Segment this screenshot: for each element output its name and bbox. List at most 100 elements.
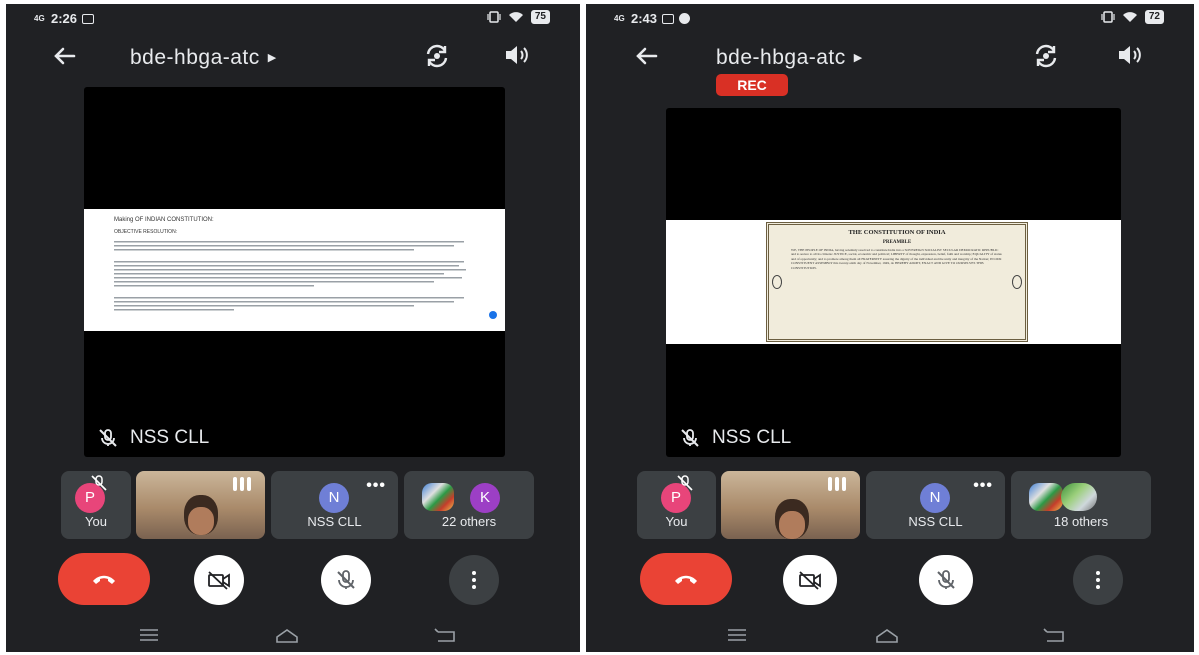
participant-label: You	[665, 514, 688, 529]
message-icon	[662, 13, 675, 24]
recording-badge: REC	[716, 74, 788, 96]
switch-camera-icon[interactable]	[1032, 42, 1060, 70]
participant-label: 18 others	[1053, 514, 1109, 529]
battery-level: 72	[1144, 10, 1164, 24]
preamble-page: THE CONSTITUTION OF INDIA PREAMBLE WE, T…	[766, 222, 1028, 342]
camera-toggle-button[interactable]	[783, 555, 837, 605]
recents-icon[interactable]	[138, 628, 160, 642]
participant-collage-image	[422, 483, 454, 511]
home-icon[interactable]	[874, 628, 900, 644]
switch-camera-icon[interactable]	[423, 42, 451, 70]
meeting-title[interactable]: bde-hbga-atc ▶	[130, 46, 277, 70]
participant-tile-video[interactable]	[721, 471, 860, 539]
participant-tile-video[interactable]	[136, 471, 265, 539]
end-call-icon	[93, 575, 115, 584]
participant-tile-you[interactable]: P You	[637, 471, 716, 539]
mic-toggle-button[interactable]	[321, 555, 371, 605]
status-bar: 4G 2:26 75	[6, 4, 580, 32]
participant-label: NSS CLL	[307, 514, 362, 529]
participant-tile-you[interactable]: P You	[61, 471, 131, 539]
wifi-icon	[508, 12, 523, 22]
bars-icon	[233, 477, 251, 491]
back-nav-icon[interactable]	[1043, 628, 1067, 644]
system-nav-bar	[586, 624, 1194, 652]
camera-toggle-button[interactable]	[194, 555, 244, 605]
call-controls	[586, 553, 1194, 613]
home-icon[interactable]	[274, 628, 300, 644]
status-time: 2:26	[51, 11, 78, 26]
back-arrow-icon[interactable]	[50, 42, 78, 70]
participant-collage-image	[1061, 483, 1097, 511]
avatar: N	[920, 483, 950, 513]
presentation-tile[interactable]: Making OF INDIAN CONSTITUTION: OBJECTIVE…	[84, 87, 505, 457]
more-vert-icon	[1096, 571, 1100, 589]
camera-off-icon	[208, 571, 230, 590]
participant-video-skin	[188, 507, 214, 535]
participant-tile-others[interactable]: K 22 others	[404, 471, 534, 539]
battery-level: 75	[530, 10, 550, 24]
ornament-right-icon	[1012, 275, 1022, 289]
more-dots-icon: •••	[366, 477, 386, 494]
presentation-tile[interactable]: THE CONSTITUTION OF INDIA PREAMBLE WE, T…	[666, 108, 1121, 457]
status-bar: 4G 2:43 72	[586, 4, 1194, 32]
vibrate-icon	[487, 11, 501, 23]
speaker-icon[interactable]	[1116, 42, 1142, 68]
presenter-label: NSS CLL	[98, 427, 209, 449]
more-options-button[interactable]	[1073, 555, 1123, 605]
network-type: 4G	[34, 14, 45, 23]
more-dots-icon: •••	[973, 477, 993, 494]
document-subheading: OBJECTIVE RESOLUTION:	[114, 229, 178, 235]
document-badge-icon	[489, 311, 497, 319]
participant-collage-image	[1029, 483, 1063, 511]
back-arrow-icon[interactable]	[632, 42, 660, 70]
caret-right-icon: ▶	[267, 52, 277, 64]
participant-tile-others[interactable]: 18 others	[1011, 471, 1151, 539]
participant-label: 22 others	[441, 514, 497, 529]
mic-off-icon	[677, 475, 693, 491]
more-options-button[interactable]	[449, 555, 499, 605]
preamble-body: WE, THE PEOPLE OF INDIA, having solemnly…	[791, 248, 1002, 270]
notification-icon	[679, 13, 691, 24]
wifi-icon	[1122, 12, 1137, 22]
camera-off-icon	[799, 571, 821, 590]
meeting-code: bde-hbga-atc	[716, 46, 846, 69]
presenter-name: NSS CLL	[130, 427, 210, 448]
document-heading: Making OF INDIAN CONSTITUTION:	[114, 217, 214, 223]
meeting-code: bde-hbga-atc	[130, 46, 260, 69]
avatar: K	[470, 483, 500, 513]
ornament-left-icon	[772, 275, 782, 289]
shared-document: Making OF INDIAN CONSTITUTION: OBJECTIVE…	[84, 209, 505, 331]
meeting-app-bar: bde-hbga-atc ▶	[6, 38, 580, 78]
speaker-icon[interactable]	[503, 42, 529, 68]
participant-label: You	[85, 514, 107, 529]
caret-right-icon: ▶	[853, 52, 863, 64]
mic-off-icon	[337, 570, 355, 589]
participant-tile-nss-cll[interactable]: N ••• NSS CLL	[866, 471, 1005, 539]
participant-strip: P You N ••• NSS CLL K 22 others	[6, 471, 580, 541]
document-text-lines	[114, 241, 466, 311]
preamble-heading: THE CONSTITUTION OF INDIA	[848, 229, 946, 236]
presenter-label: NSS CLL	[680, 427, 791, 449]
meeting-app-bar: bde-hbga-atc ▶	[586, 38, 1194, 78]
bars-icon	[828, 477, 846, 491]
vibrate-icon	[1101, 11, 1115, 23]
end-call-button[interactable]	[640, 553, 732, 605]
end-call-button[interactable]	[58, 553, 150, 605]
mic-off-icon	[91, 475, 107, 491]
mic-off-icon	[681, 429, 699, 447]
presenter-name: NSS CLL	[712, 427, 792, 448]
avatar: N	[319, 483, 349, 513]
mic-off-icon	[99, 429, 117, 447]
left-phone-screen: 4G 2:26 75 bde-hbga-atc ▶ Making OF INDIA…	[6, 4, 580, 652]
back-nav-icon[interactable]	[434, 628, 458, 644]
status-time: 2:43	[631, 11, 658, 26]
mic-off-icon	[937, 570, 955, 589]
network-type: 4G	[614, 14, 625, 23]
call-controls	[6, 553, 580, 613]
participant-tile-nss-cll[interactable]: N ••• NSS CLL	[271, 471, 398, 539]
more-vert-icon	[472, 571, 476, 589]
recents-icon[interactable]	[726, 628, 748, 642]
participant-strip: P You N ••• NSS CLL 18 others	[586, 471, 1194, 541]
mic-toggle-button[interactable]	[919, 555, 973, 605]
meeting-title[interactable]: bde-hbga-atc ▶	[716, 46, 863, 70]
